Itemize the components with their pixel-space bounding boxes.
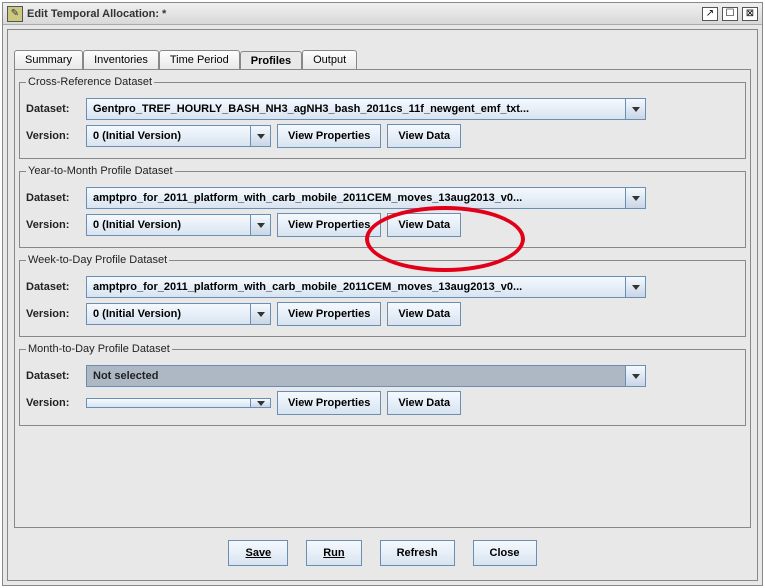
xref-dataset-combo[interactable]: Gentpro_TREF_HOURLY_BASH_NH3_agNH3_bash_…	[86, 98, 646, 120]
bottom-button-bar: Save Run Refresh Close	[14, 528, 751, 574]
dataset-label: Dataset:	[26, 281, 86, 293]
group-cross-reference: Cross-Reference Dataset Dataset: Gentpro…	[19, 76, 746, 159]
chevron-down-icon[interactable]	[251, 214, 271, 236]
version-label: Version:	[26, 397, 86, 409]
detach-icon[interactable]: ↗	[702, 7, 718, 21]
ytm-dataset-value: amptpro_for_2011_platform_with_carb_mobi…	[86, 187, 626, 209]
chevron-down-icon[interactable]	[626, 276, 646, 298]
xref-version-combo[interactable]: 0 (Initial Version)	[86, 125, 271, 147]
mtd-view-data-button[interactable]: View Data	[387, 391, 461, 415]
wtd-version-value: 0 (Initial Version)	[86, 303, 251, 325]
profiles-panel: Cross-Reference Dataset Dataset: Gentpro…	[14, 69, 751, 528]
chevron-down-icon[interactable]	[251, 125, 271, 147]
chevron-down-icon[interactable]	[626, 187, 646, 209]
window-title: Edit Temporal Allocation: *	[27, 8, 702, 20]
tab-row: Summary Inventories Time Period Profiles…	[14, 50, 751, 69]
dataset-label: Dataset:	[26, 192, 86, 204]
group-legend: Month-to-Day Profile Dataset	[26, 343, 172, 355]
close-button[interactable]: Close	[473, 540, 537, 566]
client-area: Summary Inventories Time Period Profiles…	[7, 29, 758, 581]
chevron-down-icon[interactable]	[251, 398, 271, 408]
mtd-dataset-value: Not selected	[86, 365, 626, 387]
window-controls: ↗ ☐ ⊠	[702, 7, 758, 21]
tab-profiles[interactable]: Profiles	[240, 51, 302, 70]
version-label: Version:	[26, 219, 86, 231]
ytm-version-combo[interactable]: 0 (Initial Version)	[86, 214, 271, 236]
ytm-dataset-combo[interactable]: amptpro_for_2011_platform_with_carb_mobi…	[86, 187, 646, 209]
save-button[interactable]: Save	[228, 540, 288, 566]
mtd-dataset-combo[interactable]: Not selected	[86, 365, 646, 387]
group-week-to-day: Week-to-Day Profile Dataset Dataset: amp…	[19, 254, 746, 337]
group-legend: Week-to-Day Profile Dataset	[26, 254, 169, 266]
chevron-down-icon[interactable]	[251, 303, 271, 325]
close-icon[interactable]: ⊠	[742, 7, 758, 21]
tab-summary[interactable]: Summary	[14, 50, 83, 69]
wtd-view-data-button[interactable]: View Data	[387, 302, 461, 326]
dataset-label: Dataset:	[26, 370, 86, 382]
titlebar: ✎ Edit Temporal Allocation: * ↗ ☐ ⊠	[3, 3, 762, 25]
group-year-to-month: Year-to-Month Profile Dataset Dataset: a…	[19, 165, 746, 248]
xref-dataset-value: Gentpro_TREF_HOURLY_BASH_NH3_agNH3_bash_…	[86, 98, 626, 120]
mtd-view-properties-button[interactable]: View Properties	[277, 391, 381, 415]
ytm-view-data-button[interactable]: View Data	[387, 213, 461, 237]
refresh-button[interactable]: Refresh	[380, 540, 455, 566]
run-button[interactable]: Run	[306, 540, 361, 566]
app-icon: ✎	[7, 6, 23, 22]
wtd-view-properties-button[interactable]: View Properties	[277, 302, 381, 326]
chevron-down-icon[interactable]	[626, 365, 646, 387]
mtd-version-combo[interactable]	[86, 398, 271, 408]
version-label: Version:	[26, 130, 86, 142]
wtd-dataset-combo[interactable]: amptpro_for_2011_platform_with_carb_mobi…	[86, 276, 646, 298]
chevron-down-icon[interactable]	[626, 98, 646, 120]
group-month-to-day: Month-to-Day Profile Dataset Dataset: No…	[19, 343, 746, 426]
ytm-view-properties-button[interactable]: View Properties	[277, 213, 381, 237]
xref-view-data-button[interactable]: View Data	[387, 124, 461, 148]
edit-temporal-allocation-window: ✎ Edit Temporal Allocation: * ↗ ☐ ⊠ Summ…	[2, 2, 763, 586]
group-legend: Year-to-Month Profile Dataset	[26, 165, 175, 177]
ytm-version-value: 0 (Initial Version)	[86, 214, 251, 236]
tab-inventories[interactable]: Inventories	[83, 50, 159, 69]
tab-output[interactable]: Output	[302, 50, 357, 69]
mtd-version-value	[86, 398, 251, 408]
wtd-dataset-value: amptpro_for_2011_platform_with_carb_mobi…	[86, 276, 626, 298]
xref-version-value: 0 (Initial Version)	[86, 125, 251, 147]
version-label: Version:	[26, 308, 86, 320]
tab-time-period[interactable]: Time Period	[159, 50, 240, 69]
xref-view-properties-button[interactable]: View Properties	[277, 124, 381, 148]
dataset-label: Dataset:	[26, 103, 86, 115]
wtd-version-combo[interactable]: 0 (Initial Version)	[86, 303, 271, 325]
group-legend: Cross-Reference Dataset	[26, 76, 154, 88]
maximize-icon[interactable]: ☐	[722, 7, 738, 21]
